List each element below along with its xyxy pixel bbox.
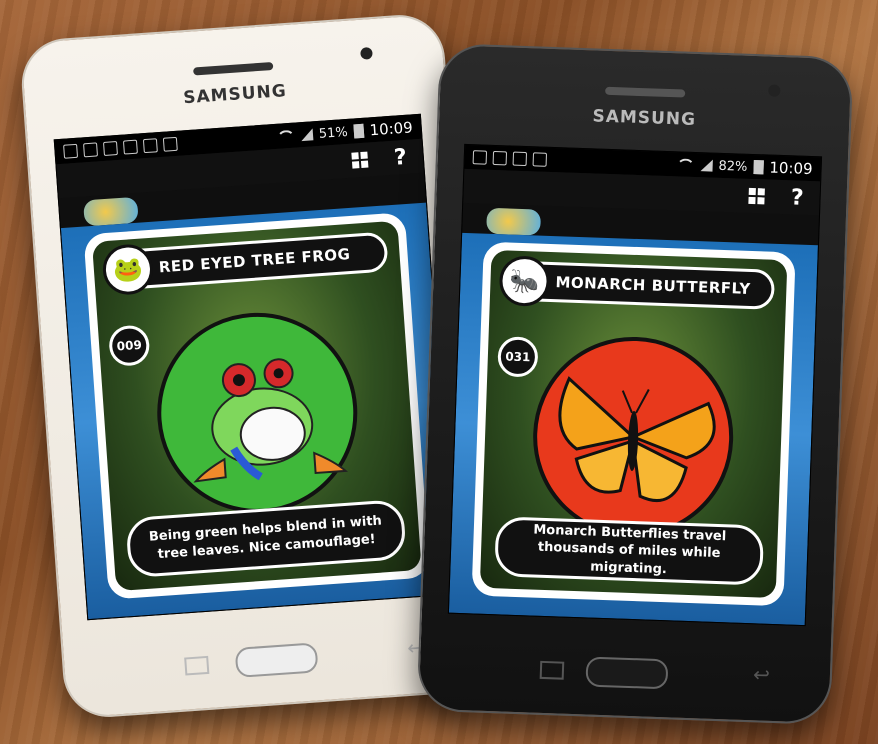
- phone-screen: 51% 10:09 ? 🐸 RED EYED TREE FROG 009 Bei…: [53, 113, 455, 621]
- battery-percent: 82%: [718, 158, 748, 175]
- animal-illustration-circle: [529, 333, 737, 541]
- white-phone: SAMSUNG 51% 10:09 ? 🐸 RED EYED TREE FROG…: [18, 12, 490, 720]
- play-icon: [103, 141, 118, 156]
- card-background: 🐜 MONARCH BUTTERFLY 031 Monarch Butterfl…: [479, 249, 788, 599]
- animal-illustration-circle: [150, 306, 365, 520]
- card-number-badge: 009: [107, 324, 151, 367]
- battery-percent: 51%: [318, 124, 349, 142]
- app-logo: [83, 196, 139, 227]
- fact-text: Monarch Butterflies travel thousands of …: [494, 516, 765, 586]
- app-logo: [486, 207, 542, 236]
- notification-icons: [472, 150, 548, 167]
- wifi-icon: [676, 158, 695, 171]
- brand-label: SAMSUNG: [592, 106, 697, 130]
- checklist-icon: [162, 136, 178, 152]
- notification-icon: [472, 150, 488, 165]
- home-button[interactable]: [585, 656, 669, 690]
- card-area: 🐜 MONARCH BUTTERFLY 031 Monarch Butterfl…: [448, 232, 818, 626]
- frog-illustration: [193, 358, 349, 483]
- butterfly-illustration: [558, 376, 716, 502]
- front-camera: [360, 46, 373, 60]
- checklist-icon: [142, 138, 158, 154]
- black-phone: SAMSUNG 82% 10:09 ? 🐜 MONARCH BUTTERFLY …: [416, 42, 854, 726]
- recent-apps-icon[interactable]: [539, 660, 565, 680]
- card-number-badge: 031: [497, 336, 539, 378]
- clock: 10:09: [769, 158, 813, 179]
- notification-icon: [63, 143, 79, 159]
- grid-menu-icon[interactable]: [351, 151, 369, 169]
- frog-icon: 🐸: [101, 242, 155, 297]
- checklist-icon: [532, 152, 548, 167]
- earpiece-speaker: [605, 86, 686, 98]
- card-title: MONARCH BUTTERFLY: [555, 273, 751, 298]
- phone-screen: 82% 10:09 ? 🐜 MONARCH BUTTERFLY 031 Mona…: [447, 143, 823, 627]
- card-area: 🐸 RED EYED TREE FROG 009 Being green hel…: [60, 202, 454, 620]
- hardware-nav-bar: ↩: [419, 645, 830, 699]
- animal-card[interactable]: 🐜 MONARCH BUTTERFLY 031 Monarch Butterfl…: [471, 241, 796, 607]
- checklist-icon: [122, 139, 138, 155]
- card-background: 🐸 RED EYED TREE FROG 009 Being green hel…: [91, 220, 422, 592]
- card-title-banner: 🐸 RED EYED TREE FROG: [101, 231, 389, 297]
- grid-menu-icon[interactable]: [748, 187, 766, 205]
- wifi-icon: [276, 129, 296, 143]
- earpiece-speaker: [193, 61, 274, 76]
- help-icon[interactable]: ?: [790, 185, 804, 210]
- checklist-icon: [512, 151, 528, 167]
- card-title: RED EYED TREE FROG: [158, 245, 351, 277]
- animal-card[interactable]: 🐸 RED EYED TREE FROG 009 Being green hel…: [83, 212, 431, 600]
- back-icon[interactable]: ↩: [753, 662, 771, 687]
- chat-icon: [83, 142, 98, 158]
- help-icon[interactable]: ?: [393, 144, 407, 170]
- front-camera: [768, 84, 781, 97]
- signal-icon: [700, 159, 713, 172]
- battery-icon: [753, 160, 764, 175]
- recent-apps-icon[interactable]: [184, 655, 210, 676]
- clock: 10:09: [368, 118, 414, 140]
- battery-icon: [353, 123, 365, 139]
- home-button[interactable]: [234, 642, 319, 678]
- brand-label: SAMSUNG: [182, 81, 288, 109]
- card-title-banner: 🐜 MONARCH BUTTERFLY: [498, 255, 776, 310]
- ant-icon: 🐜: [498, 255, 551, 307]
- signal-icon: [300, 128, 314, 142]
- notification-icons: [63, 136, 178, 159]
- chat-icon: [492, 150, 508, 166]
